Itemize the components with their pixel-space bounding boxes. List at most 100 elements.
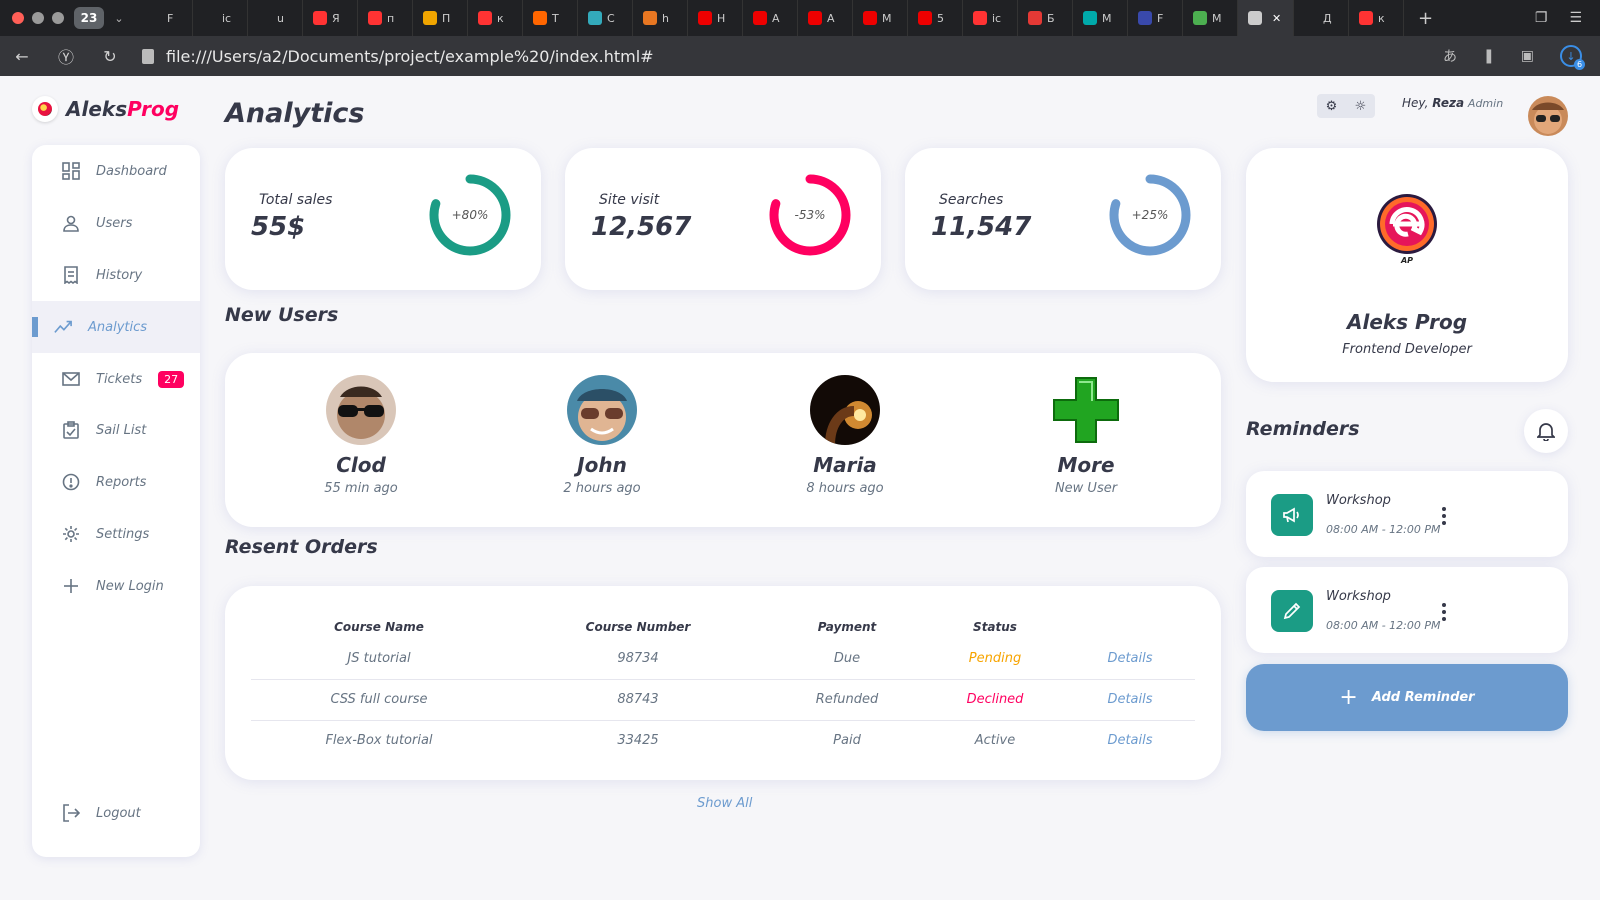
reminder-item[interactable]: Workshop 08:00 AM - 12:00 PM: [1246, 567, 1568, 653]
browser-tab-title: A: [772, 11, 780, 25]
plus-icon: [62, 577, 80, 595]
logout-icon: [62, 804, 80, 822]
sidebar-item-analytics[interactable]: Analytics: [32, 301, 200, 353]
column-header: [1065, 610, 1195, 638]
youtube-icon: [808, 11, 822, 25]
user-name: Reza: [1432, 96, 1465, 110]
gear-icon[interactable]: ⚙: [1326, 99, 1338, 114]
browser-tab-title: M: [882, 11, 892, 25]
sidebar-item-users[interactable]: Users: [32, 197, 200, 249]
sidebar: Dashboard Users History Analytics Ticket…: [32, 145, 200, 857]
show-all-link[interactable]: Show All: [697, 796, 752, 811]
browser-tab[interactable]: ic: [193, 0, 248, 36]
new-users-title: New Users: [225, 304, 339, 326]
sidebar-item-new-login[interactable]: New Login: [32, 560, 200, 612]
translate-icon[interactable]: あ: [1443, 46, 1457, 66]
browser-tab[interactable]: M: [1183, 0, 1238, 36]
browser-tab[interactable]: M: [1073, 0, 1128, 36]
user-time: 55 min ago: [324, 481, 398, 496]
yandex-icon[interactable]: Ⓨ: [44, 44, 88, 68]
more-vertical-icon[interactable]: [1442, 603, 1446, 621]
browser-tab[interactable]: п: [358, 0, 413, 36]
browser-tab[interactable]: T: [523, 0, 578, 36]
course-number: 98734: [507, 638, 769, 680]
dashboard-page: AleksProg Dashboard Users History Analyt…: [0, 76, 1600, 900]
user-time: 2 hours ago: [563, 481, 641, 496]
browser-tab[interactable]: П: [413, 0, 468, 36]
yandex-icon: [478, 11, 492, 25]
sun-icon[interactable]: ☼: [1355, 99, 1367, 114]
recent-orders-card: Course Name Course Number Payment Status…: [225, 586, 1221, 780]
bookmark-icon[interactable]: ❚: [1483, 48, 1495, 64]
reload-button[interactable]: ↻: [88, 47, 132, 66]
browser-tab[interactable]: Б: [1018, 0, 1073, 36]
browser-tab[interactable]: ✕: [1238, 0, 1294, 36]
new-tab-button[interactable]: +: [1418, 8, 1433, 29]
browser-tab[interactable]: M: [853, 0, 908, 36]
close-window-button[interactable]: [12, 12, 24, 24]
download-icon[interactable]: ↓ 6: [1560, 45, 1585, 70]
collections-icon[interactable]: ❐: [1535, 10, 1548, 26]
profile-avatar[interactable]: [1528, 96, 1568, 136]
logo[interactable]: AleksProg: [32, 96, 179, 122]
browser-tab[interactable]: ic: [963, 0, 1018, 36]
browser-tab[interactable]: u: [248, 0, 303, 36]
sidebar-panel-icon[interactable]: ▣: [1521, 48, 1534, 64]
browser-tab-title: u: [277, 11, 284, 25]
browser-tab[interactable]: 5: [908, 0, 963, 36]
tab-count-button[interactable]: 23: [74, 7, 104, 29]
sparkle-icon: [1304, 11, 1318, 25]
user-name: John: [577, 453, 627, 477]
sidebar-item-reports[interactable]: Reports: [32, 456, 200, 508]
details-link[interactable]: Details: [1065, 720, 1195, 761]
sidebar-item-logout[interactable]: Logout: [32, 787, 200, 839]
table-header-row: Course Name Course Number Payment Status: [251, 610, 1195, 638]
sidebar-item-settings[interactable]: Settings: [32, 508, 200, 560]
sidebar-item-sail-list[interactable]: Sail List: [32, 404, 200, 456]
new-user-clod[interactable]: Clod 55 min ago: [271, 375, 451, 496]
browser-tab[interactable]: Я: [303, 0, 358, 36]
browser-tab[interactable]: Д: [1294, 0, 1349, 36]
browser-tab-title: A: [827, 11, 835, 25]
browser-tab[interactable]: к: [1349, 0, 1404, 36]
menu-icon[interactable]: ☰: [1569, 10, 1582, 26]
avatar: [326, 375, 396, 445]
browser-tab[interactable]: A: [743, 0, 798, 36]
bell-icon[interactable]: [1524, 409, 1568, 453]
avatar: [567, 375, 637, 445]
new-user-maria[interactable]: Maria 8 hours ago: [755, 375, 935, 496]
analytics-icon: [54, 318, 72, 336]
reminder-title: Workshop: [1326, 589, 1391, 604]
maximize-window-button[interactable]: [52, 12, 64, 24]
new-user-more[interactable]: More New User: [996, 375, 1176, 496]
browser-tab[interactable]: H: [688, 0, 743, 36]
close-tab-icon[interactable]: ✕: [1272, 12, 1281, 25]
add-reminder-button[interactable]: + Add Reminder: [1246, 664, 1568, 731]
sidebar-item-tickets[interactable]: Tickets 27: [32, 353, 200, 405]
course-name: Flex-Box tutorial: [325, 733, 433, 749]
reminder-item[interactable]: Workshop 08:00 AM - 12:00 PM: [1246, 471, 1568, 557]
browser-tab[interactable]: A: [798, 0, 853, 36]
user-role: Admin: [1467, 97, 1504, 110]
browser-tab-title: F: [1157, 11, 1164, 25]
theme-toggle[interactable]: ⚙ ☼: [1317, 94, 1375, 118]
user-icon: [62, 214, 80, 232]
browser-tab[interactable]: F: [1128, 0, 1183, 36]
details-link[interactable]: Details: [1065, 638, 1195, 680]
browser-tab[interactable]: к: [468, 0, 523, 36]
details-link[interactable]: Details: [1065, 679, 1195, 721]
browser-tab[interactable]: F: [138, 0, 193, 36]
more-vertical-icon[interactable]: [1442, 507, 1446, 525]
url-field[interactable]: file:///Users/a2/Documents/project/examp…: [142, 47, 654, 66]
browser-tabs: Fic u Яп Пк T Ch H A A M 5 ic Б M F M ✕ Дк: [138, 0, 1404, 36]
minimize-window-button[interactable]: [32, 12, 44, 24]
sidebar-item-dashboard[interactable]: Dashboard: [32, 145, 200, 197]
new-user-john[interactable]: John 2 hours ago: [512, 375, 692, 496]
stat-value: 55$: [251, 212, 306, 242]
sidebar-item-history[interactable]: History: [32, 249, 200, 301]
file-icon: [1248, 11, 1262, 25]
browser-tab[interactable]: h: [633, 0, 688, 36]
browser-tab[interactable]: C: [578, 0, 633, 36]
chevron-down-icon[interactable]: ⌄: [108, 12, 130, 25]
back-button[interactable]: ←: [0, 47, 44, 66]
